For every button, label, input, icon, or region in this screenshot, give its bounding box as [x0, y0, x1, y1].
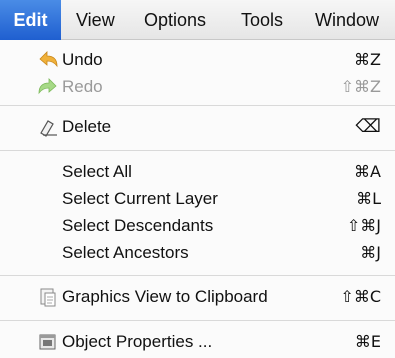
menu-item-label: Delete	[62, 117, 112, 136]
shortcut-label: ⌫	[355, 116, 381, 137]
shortcut-label: ⌘Z	[354, 50, 381, 69]
menu-item-select-ancestors[interactable]: Select Ancestors ⌘J	[0, 240, 395, 266]
menu-item-graphics-view-to-clipboard[interactable]: Graphics View to Clipboard ⇧⌘C	[0, 284, 395, 310]
edit-dropdown-menu: Undo ⌘Z Redo ⇧⌘Z Delete ⌫ Select All ⌘A	[0, 40, 395, 358]
menu-item-delete[interactable]: Delete ⌫	[0, 114, 395, 140]
redo-arrow-icon	[38, 78, 57, 95]
shortcut-label: ⇧⌘Z	[340, 77, 381, 96]
menu-item-label: Undo	[62, 50, 103, 69]
menu-window[interactable]: Window	[315, 0, 379, 40]
menu-item-label: Select All	[62, 162, 132, 181]
menu-item-label: Select Current Layer	[62, 189, 218, 208]
menu-separator	[0, 105, 395, 106]
menu-item-select-current-layer[interactable]: Select Current Layer ⌘L	[0, 186, 395, 212]
menu-item-redo[interactable]: Redo ⇧⌘Z	[0, 74, 395, 100]
shortcut-label: ⌘J	[360, 243, 381, 262]
menu-item-label: Object Properties ...	[62, 332, 213, 351]
shortcut-label: ⇧⌘J	[346, 216, 381, 235]
shortcut-label: ⌘E	[354, 332, 381, 351]
undo-arrow-icon	[39, 51, 58, 68]
menu-bar: Edit View Options Tools Window	[0, 0, 395, 40]
app-window: Edit View Options Tools Window Undo ⌘Z R…	[0, 0, 395, 358]
clipboard-icon	[40, 288, 56, 307]
properties-icon	[39, 334, 56, 350]
menu-item-undo[interactable]: Undo ⌘Z	[0, 47, 395, 73]
menu-item-label: Graphics View to Clipboard	[62, 287, 268, 306]
menu-separator	[0, 320, 395, 321]
menu-edit[interactable]: Edit	[0, 0, 61, 40]
menu-item-label: Select Ancestors	[62, 243, 189, 262]
menu-tools[interactable]: Tools	[241, 0, 283, 40]
menu-view[interactable]: View	[76, 0, 115, 40]
menu-separator	[0, 150, 395, 151]
shortcut-label: ⌘L	[356, 189, 381, 208]
menu-item-label: Select Descendants	[62, 216, 214, 235]
eraser-icon	[40, 120, 57, 137]
menu-options[interactable]: Options	[144, 0, 206, 40]
shortcut-label: ⇧⌘C	[340, 287, 381, 306]
menu-item-label: Redo	[62, 77, 103, 96]
shortcut-label: ⌘A	[354, 162, 381, 181]
menu-item-select-all[interactable]: Select All ⌘A	[0, 159, 395, 185]
menu-item-select-descendants[interactable]: Select Descendants ⇧⌘J	[0, 213, 395, 239]
menu-separator	[0, 275, 395, 276]
menu-item-object-properties[interactable]: Object Properties ... ⌘E	[0, 329, 395, 355]
